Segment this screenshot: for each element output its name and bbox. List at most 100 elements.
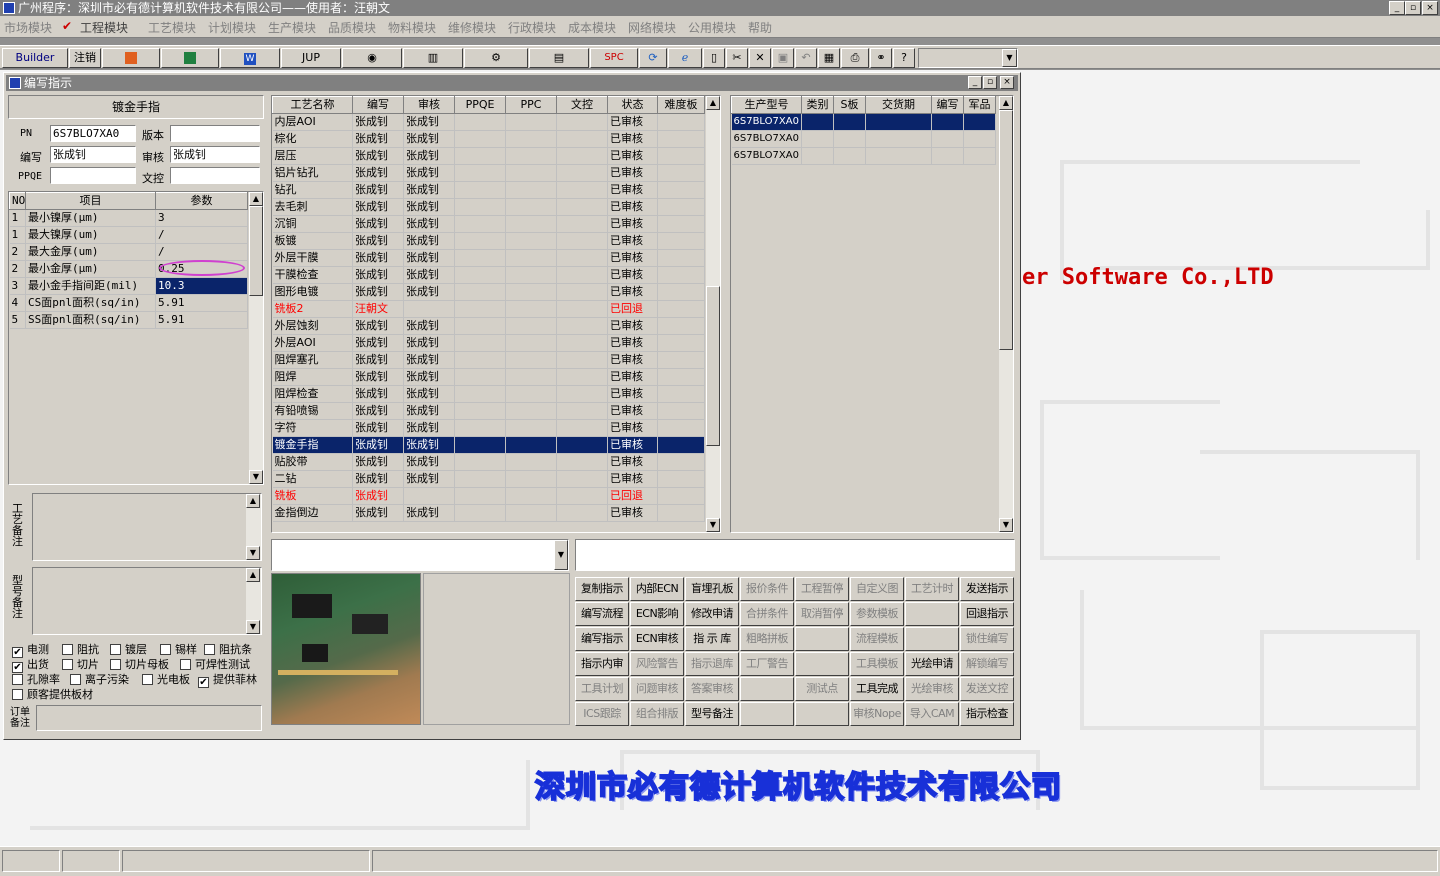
process-cell-author[interactable]: 张成钊 [352, 266, 404, 284]
param-value[interactable]: 5.91 [155, 311, 248, 329]
col-ppqe[interactable]: PPQE [454, 96, 506, 114]
model-cell-empty[interactable] [931, 147, 964, 165]
process-cell-review[interactable]: 张成钊 [403, 249, 455, 267]
process-cell-review[interactable]: 张成钊 [403, 453, 455, 471]
process-cell-diff[interactable] [657, 453, 705, 471]
process-cell-doc[interactable] [556, 266, 608, 284]
preview-button[interactable]: ▦ [818, 48, 840, 68]
checkbox-box[interactable] [110, 659, 121, 670]
checkbox-tin-sample[interactable]: 锡样 [160, 641, 197, 657]
process-cell-ppc[interactable] [505, 147, 557, 165]
model-cell-empty[interactable] [833, 130, 866, 148]
process-cell-status[interactable]: 已审核 [607, 402, 658, 420]
action-button[interactable]: ICS跟踪 [575, 702, 629, 726]
col-production-model[interactable]: 生产型号 [731, 96, 802, 114]
action-button[interactable] [905, 602, 959, 626]
process-cell-author[interactable]: 张成钊 [352, 181, 404, 199]
process-cell-status[interactable]: 已审核 [607, 283, 658, 301]
process-cell-ppc[interactable] [505, 232, 557, 250]
new-button[interactable]: ▯ [703, 48, 725, 68]
process-cell-diff[interactable] [657, 113, 705, 131]
process-cell-diff[interactable] [657, 368, 705, 386]
process-cell-status[interactable]: 已审核 [607, 419, 658, 437]
process-cell-ppqe[interactable] [454, 266, 506, 284]
process-row[interactable]: 有铅喷锡 张成钊 张成钊 已审核 [272, 402, 705, 420]
process-row[interactable]: 金指倒边 张成钊 张成钊 已审核 [272, 504, 705, 522]
process-cell-ppqe[interactable] [454, 334, 506, 352]
process-cell-author[interactable]: 张成钊 [352, 232, 404, 250]
param-row[interactable]: 2 最大金厚(um) / [9, 243, 248, 261]
process-cell-diff[interactable] [657, 181, 705, 199]
process-cell-status[interactable]: 已审核 [607, 470, 658, 488]
action-button[interactable]: ECN影响 [630, 602, 684, 626]
action-button[interactable]: 参数模板 [850, 602, 904, 626]
model-cell-empty[interactable] [865, 113, 932, 131]
ppt-button[interactable] [102, 48, 160, 68]
process-cell-diff[interactable] [657, 402, 705, 420]
process-cell-name[interactable]: 棕化 [272, 130, 353, 148]
close-app-button[interactable]: × [1422, 1, 1438, 15]
process-cell-status[interactable]: 已审核 [607, 113, 658, 131]
model-cell-empty[interactable] [833, 147, 866, 165]
process-cell-author[interactable]: 张成钊 [352, 351, 404, 369]
process-cell-ppqe[interactable] [454, 147, 506, 165]
process-cell-ppc[interactable] [505, 368, 557, 386]
process-cell-ppc[interactable] [505, 300, 557, 318]
process-cell-review[interactable]: 张成钊 [403, 436, 455, 454]
action-button[interactable]: 问题审核 [630, 677, 684, 701]
model-row[interactable]: 6S7BLO7XA0 [731, 113, 996, 131]
process-row[interactable]: 阻焊塞孔 张成钊 张成钊 已审核 [272, 351, 705, 369]
process-cell-doc[interactable] [556, 317, 608, 335]
model-cell-empty[interactable] [963, 130, 996, 148]
process-cell-doc[interactable] [556, 385, 608, 403]
process-cell-author[interactable]: 张成钊 [352, 283, 404, 301]
action-button[interactable]: 工程暂停 [795, 577, 849, 601]
process-cell-doc[interactable] [556, 113, 608, 131]
word-button[interactable]: W [220, 48, 280, 68]
menu-network[interactable]: 网络模块 [628, 19, 676, 36]
process-cell-name[interactable]: 铣板2 [272, 300, 353, 318]
process-cell-name[interactable]: 层压 [272, 147, 353, 165]
toolbar-combo[interactable]: ▼ [918, 48, 1018, 68]
process-cell-review[interactable] [403, 300, 455, 318]
excel-button[interactable] [161, 48, 219, 68]
action-button[interactable]: 锁住编写 [960, 627, 1014, 651]
process-cell-author[interactable]: 张成钊 [352, 164, 404, 182]
process-cell-name[interactable]: 沉铜 [272, 215, 353, 233]
process-cell-name[interactable]: 钻孔 [272, 181, 353, 199]
process-cell-doc[interactable] [556, 249, 608, 267]
eye-button[interactable]: ◉ [342, 48, 402, 68]
process-row[interactable]: 铝片钻孔 张成钊 张成钊 已审核 [272, 164, 705, 182]
param-row[interactable]: 1 最小镍厚(μm) 3 [9, 209, 248, 227]
param-value[interactable]: 3 [155, 209, 248, 227]
action-button[interactable]: 光绘审核 [905, 677, 959, 701]
checkbox-box[interactable] [142, 674, 153, 685]
process-row[interactable]: 阻焊检查 张成钊 张成钊 已审核 [272, 385, 705, 403]
checkbox-slice[interactable]: 切片 [62, 656, 99, 672]
param-item[interactable]: 最大金厚(um) [25, 243, 156, 261]
process-cell-doc[interactable] [556, 334, 608, 352]
process-cell-name[interactable]: 阻焊检查 [272, 385, 353, 403]
model-row[interactable]: 6S7BLO7XA0 [731, 130, 996, 148]
process-cell-diff[interactable] [657, 130, 705, 148]
param-no[interactable]: 1 [9, 209, 26, 227]
process-cell-doc[interactable] [556, 181, 608, 199]
process-cell-name[interactable]: 外层干膜 [272, 249, 353, 267]
process-cell-review[interactable]: 张成钊 [403, 470, 455, 488]
col-review[interactable]: 审核 [403, 96, 455, 114]
checkbox-impedance[interactable]: 阻抗 [62, 641, 99, 657]
process-cell-diff[interactable] [657, 300, 705, 318]
process-cell-ppc[interactable] [505, 504, 557, 522]
process-cell-status[interactable]: 已审核 [607, 385, 658, 403]
model-cell-empty[interactable] [931, 113, 964, 131]
model-note-scrollbar[interactable]: ▲ ▼ [246, 568, 261, 634]
action-button[interactable]: 内部ECN [630, 577, 684, 601]
help-button[interactable]: ? [893, 48, 915, 68]
menu-production[interactable]: 生产模块 [268, 19, 316, 36]
process-cell-author[interactable]: 张成钊 [352, 436, 404, 454]
checkbox-box[interactable]: ✔ [198, 677, 209, 688]
process-cell-ppqe[interactable] [454, 385, 506, 403]
param-no[interactable]: 1 [9, 226, 26, 244]
process-cell-ppc[interactable] [505, 436, 557, 454]
version-field[interactable] [170, 125, 260, 142]
